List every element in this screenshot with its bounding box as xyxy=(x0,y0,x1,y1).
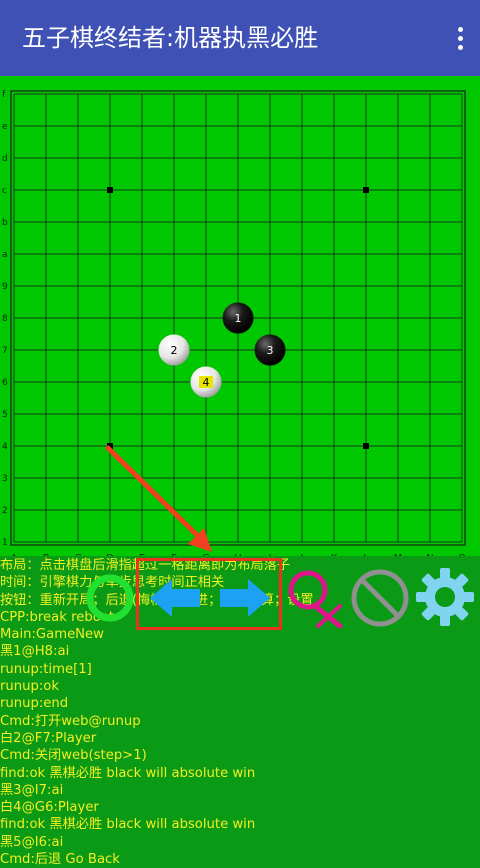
column-label: N xyxy=(426,553,433,556)
more-vert-icon[interactable] xyxy=(454,24,466,54)
stone-number: 3 xyxy=(267,344,274,357)
log-line: 黑3@I7:ai xyxy=(0,782,64,798)
row-label: 2 xyxy=(2,506,8,516)
row-label: 8 xyxy=(2,314,8,324)
log-line: 白4@G6:Player xyxy=(0,800,99,816)
app-bar: 五子棋终结者:机器执黑必胜 xyxy=(0,0,480,76)
arrow-left-icon xyxy=(150,579,200,617)
column-labels: ABCDEFGHIJKLMNO xyxy=(11,553,466,556)
search-button[interactable] xyxy=(284,566,346,630)
stone-black: 1 xyxy=(222,302,254,334)
row-label: 7 xyxy=(2,346,8,356)
row-label: 4 xyxy=(2,442,8,452)
column-label: J xyxy=(300,553,304,556)
row-label: 1 xyxy=(2,538,8,548)
log-line: find:ok 黑棋必胜 black will absolute win xyxy=(0,817,256,833)
row-label: 5 xyxy=(2,410,8,420)
new-game-button[interactable] xyxy=(84,572,136,624)
row-label: 6 xyxy=(2,378,8,388)
row-label: 3 xyxy=(2,474,8,484)
log-line: find:ok 黑棋必胜 black will absolute win xyxy=(0,765,256,781)
log-line: 黑1@H8:ai xyxy=(0,644,70,660)
star-point xyxy=(363,443,369,449)
column-label: L xyxy=(363,553,369,556)
row-label: d xyxy=(2,154,8,164)
gear-icon xyxy=(416,568,474,626)
log-line: Cmd:打开web@runup xyxy=(0,713,141,729)
settings-button[interactable] xyxy=(414,566,476,628)
column-label: A xyxy=(11,553,18,556)
restart-ring-icon xyxy=(86,574,134,622)
go-board[interactable]: fedcba987654321 ABCDEFGHIJKLMNO 1234 xyxy=(0,76,480,556)
column-label: M xyxy=(394,553,403,556)
column-label: C xyxy=(75,553,82,556)
log-line: 白2@F7:Player xyxy=(0,730,97,746)
row-label: a xyxy=(2,250,8,260)
stone-white: 2 xyxy=(158,334,190,366)
stone-number: 4 xyxy=(203,376,210,389)
column-label: K xyxy=(331,553,338,556)
arrow-right-icon xyxy=(220,579,270,617)
stone-black: 3 xyxy=(254,334,286,366)
app-title: 五子棋终结者:机器执黑必胜 xyxy=(22,24,319,52)
log-line: runup:ok xyxy=(0,679,60,695)
log-line: Cmd:关闭web(step>1) xyxy=(0,748,147,764)
undo-button[interactable] xyxy=(148,576,202,620)
row-label: 9 xyxy=(2,282,8,292)
column-label: I xyxy=(269,553,272,556)
column-label: H xyxy=(234,553,242,556)
annotation-arrow xyxy=(105,445,212,552)
star-point xyxy=(363,187,369,193)
row-label: c xyxy=(2,186,7,196)
log-line: Cmd:后退 Go Back xyxy=(0,852,120,868)
log-line: 黑5@I6:ai xyxy=(0,834,64,850)
column-label: O xyxy=(458,553,466,556)
stone-number: 2 xyxy=(171,344,178,357)
log-line: runup:end xyxy=(0,696,69,712)
stop-icon xyxy=(351,569,409,627)
star-point xyxy=(107,187,113,193)
stop-button[interactable] xyxy=(350,568,410,628)
search-icon xyxy=(288,570,343,629)
row-labels: fedcba987654321 xyxy=(2,90,8,548)
stone-white: 4 xyxy=(190,366,222,398)
redo-button[interactable] xyxy=(218,576,272,620)
row-label: b xyxy=(2,218,8,228)
stone-number: 1 xyxy=(235,312,242,325)
row-label: e xyxy=(2,122,8,132)
log-line: runup:time[1] xyxy=(0,661,92,677)
column-label: B xyxy=(43,553,50,556)
